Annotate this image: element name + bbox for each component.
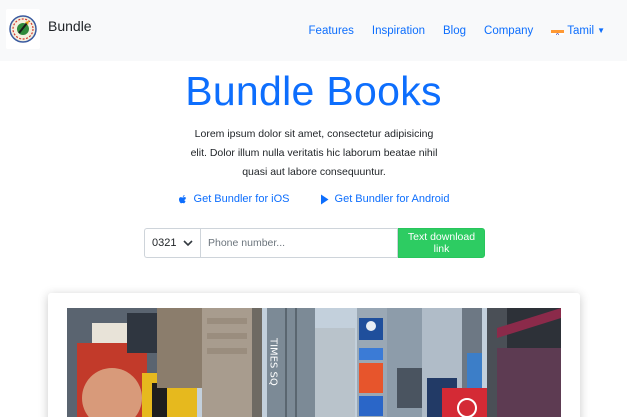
india-flag-icon xyxy=(551,26,565,35)
language-dropdown[interactable]: Tamil ▼ xyxy=(551,25,605,37)
country-code-value[interactable]: 0321 xyxy=(152,237,176,249)
brand[interactable]: Bundle xyxy=(6,9,92,49)
language-label[interactable]: Tamil xyxy=(567,25,594,37)
times-sq-sign: TIMES SQ xyxy=(268,337,279,386)
download-link-form: 0321 Text download link xyxy=(144,228,485,258)
phone-number-input[interactable] xyxy=(200,228,398,258)
nav-link-inspiration[interactable]: Inspiration xyxy=(372,25,425,37)
chevron-down-icon[interactable] xyxy=(183,239,193,247)
nav-links: Features Inspiration Blog Company Tamil … xyxy=(309,0,627,61)
nav-link-features[interactable]: Features xyxy=(309,25,354,37)
ios-download-link[interactable]: Get Bundler for iOS xyxy=(178,193,290,205)
android-download-link[interactable]: Get Bundler for Android xyxy=(320,193,450,205)
navbar: Bundle Features Inspiration Blog Company… xyxy=(0,0,627,61)
ios-link-label[interactable]: Get Bundler for iOS xyxy=(194,193,290,205)
brand-logo-icon[interactable] xyxy=(6,9,40,49)
brand-name[interactable]: Bundle xyxy=(48,18,92,34)
caret-down-icon[interactable]: ▼ xyxy=(597,26,605,35)
hero-lead: Lorem ipsum dolor sit amet, consectetur … xyxy=(190,128,438,178)
play-icon xyxy=(320,194,329,204)
text-download-link-button[interactable]: Text download link xyxy=(398,228,485,258)
hero-title: Bundle Books xyxy=(185,68,442,114)
city-street-photo: TIMES SQ xyxy=(67,308,561,417)
nav-link-company[interactable]: Company xyxy=(484,25,533,37)
country-code-select[interactable]: 0321 xyxy=(144,228,200,258)
android-link-label[interactable]: Get Bundler for Android xyxy=(335,193,450,205)
hero-image-card: TIMES SQ xyxy=(48,293,580,417)
store-links: Get Bundler for iOS Get Bundler for Andr… xyxy=(0,193,627,205)
apple-icon xyxy=(178,194,186,203)
nav-link-blog[interactable]: Blog xyxy=(443,25,466,37)
